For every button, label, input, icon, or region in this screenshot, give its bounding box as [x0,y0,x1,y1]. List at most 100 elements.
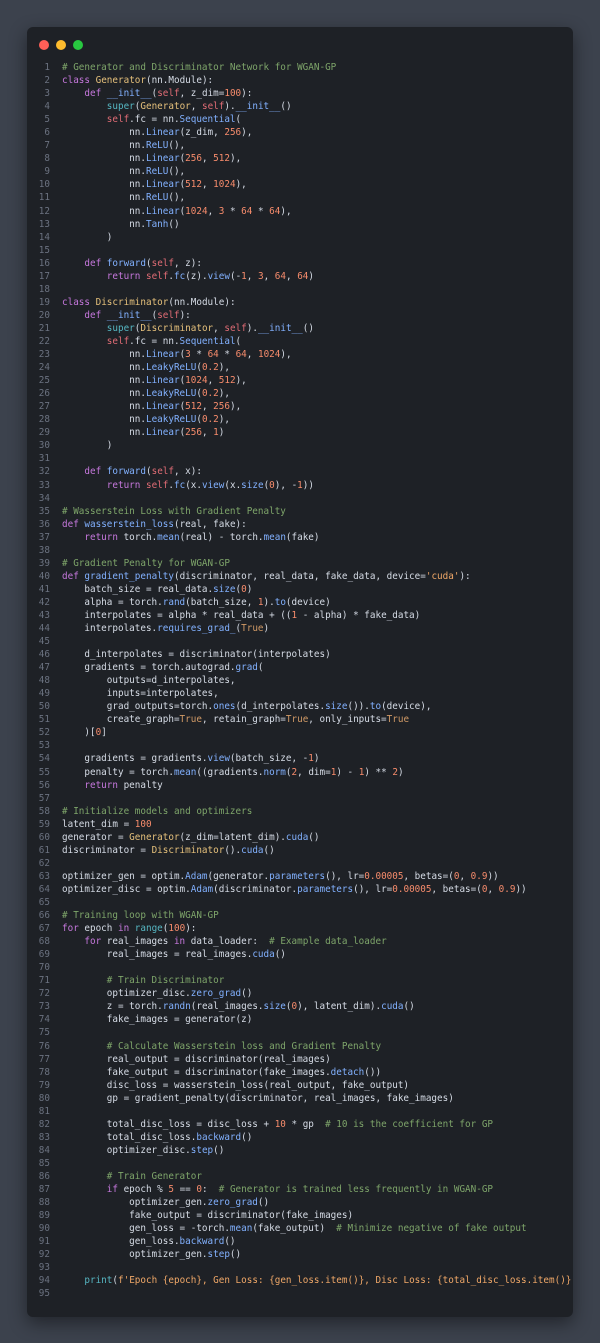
code-text: def wasserstein_loss(real, fake): [62,518,247,530]
code-line: 37 return torch.mean(real) - torch.mean(… [27,531,573,544]
code-line: 65 [27,896,573,909]
code-line: 93 [27,1261,573,1274]
line-number: 48 [38,675,50,687]
code-text: fake_images = generator(z) [62,1014,253,1026]
code-line: 62 [27,857,573,870]
line-number: 33 [38,479,50,491]
close-dot-icon[interactable] [39,40,49,50]
code-line: 53 [27,739,573,752]
code-line: 71 # Train Discriminator [27,974,573,987]
line-number: 83 [38,1131,50,1143]
line-number: 62 [38,857,50,869]
line-number: 13 [38,218,50,230]
line-number: 42 [38,596,50,608]
code-line: 43 interpolates = alpha * real_data + ((… [27,609,573,622]
line-number: 24 [38,362,50,374]
line-number: 17 [38,270,50,282]
line-number: 18 [38,283,50,295]
line-number: 76 [38,1040,50,1052]
line-number: 19 [38,296,50,308]
code-text: outputs=d_interpolates, [62,675,236,687]
code-text: total_disc_loss.backward() [62,1131,253,1143]
code-text: print(f'Epoch {epoch}, Gen Loss: {gen_lo… [84,1275,573,1287]
code-text: latent_dim = 100 [62,818,152,830]
code-line: 94 print(f'Epoch {epoch}, Gen Loss: {gen… [27,1274,573,1287]
code-text: return self.fc(z).view(-1, 3, 64, 64) [106,270,315,282]
code-text: nn.Linear(256, 512), [62,153,242,165]
line-number: 68 [38,936,50,948]
line-number: 87 [38,1184,50,1196]
code-text: interpolates.requires_grad_(True) [62,623,270,635]
line-number: 67 [38,923,50,935]
code-line: 3 def __init__(self, z_dim=100): [27,87,573,100]
code-line: 82 total_disc_loss = disc_loss + 10 * gp… [27,1118,573,1131]
line-number: 27 [38,401,50,413]
line-number: 23 [38,349,50,361]
line-number: 6 [44,127,50,139]
code-line: 85 [27,1157,573,1170]
code-text: if epoch % 5 == 0: # Generator is traine… [106,1184,494,1196]
code-line: 90 gen_loss = -torch.mean(fake_output) #… [27,1222,573,1235]
code-line: 24 nn.LeakyReLU(0.2), [27,361,573,374]
code-text: # Initialize models and optimizers [62,805,253,817]
window-titlebar [27,27,573,62]
code-line: 15 [27,244,573,257]
line-number: 50 [38,701,50,713]
code-text: nn.Linear(z_dim, 256), [62,127,253,139]
line-number: 61 [38,844,50,856]
code-line: 28 nn.LeakyReLU(0.2), [27,413,573,426]
code-line: 14 ) [27,231,573,244]
minimize-dot-icon[interactable] [56,40,66,50]
code-text: fake_output = discriminator(fake_images) [62,1210,354,1222]
code-line: 70 [27,961,573,974]
line-number: 86 [38,1170,50,1182]
line-number: 53 [38,740,50,752]
code-text: gradients = gradients.view(batch_size, -… [62,753,320,765]
code-line: 84 optimizer_disc.step() [27,1144,573,1157]
code-line: 6 nn.Linear(z_dim, 256), [27,126,573,139]
code-line: 92 optimizer_gen.step() [27,1248,573,1261]
line-number: 66 [38,910,50,922]
line-number: 1 [44,62,50,73]
code-line: 35 # Wasserstein Loss with Gradient Penal… [27,505,573,518]
code-text: interpolates = alpha * real_data + ((1 -… [62,609,421,621]
line-number: 70 [38,962,50,974]
code-line: 61 discriminator = Discriminator().cuda() [27,844,573,857]
code-text: alpha = torch.rand(batch_size, 1).to(dev… [62,596,331,608]
code-text: z = torch.randn(real_images.size(0), lat… [62,1001,415,1013]
code-text: return self.fc(x.view(x.size(0), -1)) [106,479,314,491]
line-number: 10 [38,179,50,191]
code-text: nn.LeakyReLU(0.2), [62,362,230,374]
code-text: class Discriminator(nn.Module): [62,296,236,308]
code-text: real_images = real_images.cuda() [62,949,286,961]
code-text: discriminator = Discriminator().cuda() [62,844,275,856]
code-line: 56 return penalty [27,779,573,792]
code-text: nn.Linear(512, 256), [62,401,242,413]
code-text: )[0] [62,727,107,739]
line-number: 15 [38,244,50,256]
code-line: 83 total_disc_loss.backward() [27,1131,573,1144]
code-line: 7 nn.ReLU(), [27,139,573,152]
code-text: self.fc = nn.Sequential( [106,335,242,347]
code-text: grad_outputs=torch.ones(d_interpolates.s… [62,701,432,713]
code-text: # Generator and Discriminator Network fo… [62,62,337,73]
code-window: 1 # Generator and Discriminator Network f… [27,27,573,1317]
code-line: 58 # Initialize models and optimizers [27,805,573,818]
code-text: ) [62,440,113,452]
maximize-dot-icon[interactable] [73,40,83,50]
code-line: 80 gp = gradient_penalty(discriminator, … [27,1092,573,1105]
code-line: 26 nn.LeakyReLU(0.2), [27,387,573,400]
line-number: 12 [38,205,50,217]
line-number: 22 [38,335,50,347]
code-line: 86 # Train Generator [27,1170,573,1183]
line-number: 35 [38,505,50,517]
line-number: 51 [38,714,50,726]
line-number: 79 [38,1079,50,1091]
line-number: 38 [38,544,50,556]
code-line: 78 fake_output = discriminator(fake_imag… [27,1066,573,1079]
line-number: 52 [38,727,50,739]
code-line: 41 batch_size = real_data.size(0) [27,583,573,596]
code-text: nn.Tanh() [62,218,180,230]
code-text: batch_size = real_data.size(0) [62,583,253,595]
line-number: 85 [38,1157,50,1169]
